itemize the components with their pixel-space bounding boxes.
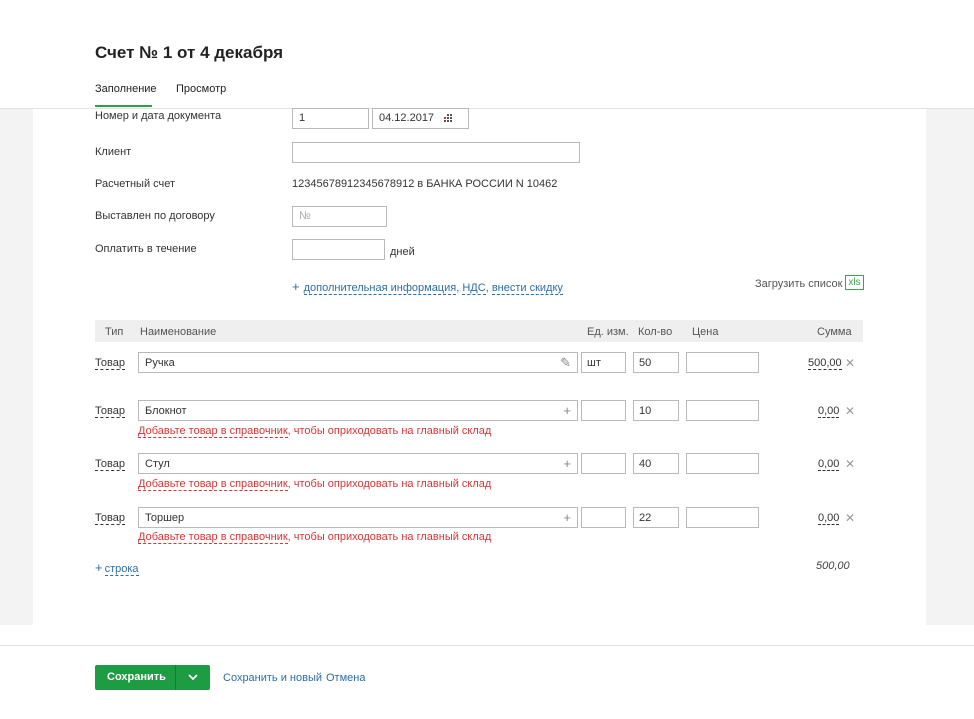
col-sum: Сумма <box>817 326 852 338</box>
doc-date-input[interactable]: 04.12.2017 <box>372 108 469 129</box>
doc-date-value: 04.12.2017 <box>379 112 435 124</box>
item-sum[interactable]: 500,00 <box>808 357 842 370</box>
item-sum[interactable]: 0,00 <box>818 405 840 418</box>
items-table-header: Тип Наименование Ед. изм. Кол-во Цена Су… <box>95 320 863 342</box>
total-sum: 500,00 <box>816 560 850 572</box>
item-price-input[interactable] <box>686 352 759 373</box>
doc-number-label: Номер и дата документа <box>95 110 222 122</box>
item-name-input[interactable]: Торшер + <box>138 507 578 528</box>
warning-text: , чтобы оприходовать на главный склад <box>287 478 492 490</box>
item-qty-input[interactable]: 10 <box>633 400 679 421</box>
extra-info-links: + дополнительная информация, НДС, внести … <box>292 279 563 295</box>
col-type: Тип <box>105 326 124 338</box>
item-name-value: Ручка <box>145 357 175 369</box>
add-row-label: строка <box>104 563 139 576</box>
item-unit-input[interactable] <box>581 507 626 528</box>
item-type-toggle[interactable]: Товар <box>95 405 125 418</box>
item-sum[interactable]: 0,00 <box>818 512 840 525</box>
add-to-catalog-warning: Добавьте товар в справочник, чтобы оприх… <box>138 531 492 544</box>
item-name-value: Стул <box>145 458 170 470</box>
discount-link[interactable]: внести скидку <box>491 282 563 295</box>
add-to-catalog-link[interactable]: Добавьте товар в справочник <box>138 425 288 438</box>
item-name-input[interactable]: Ручка ✎ <box>138 352 578 373</box>
left-gutter <box>0 109 33 625</box>
add-to-catalog-warning: Добавьте товар в справочник, чтобы оприх… <box>138 478 492 491</box>
item-unit-input[interactable]: шт <box>581 352 626 373</box>
item-name-input[interactable]: Стул + <box>138 453 578 474</box>
item-type-toggle[interactable]: Товар <box>95 512 125 525</box>
pay-within-input[interactable] <box>292 239 385 260</box>
item-sum[interactable]: 0,00 <box>818 458 840 471</box>
days-unit-label: дней <box>390 246 415 258</box>
item-name-value: Торшер <box>145 512 185 524</box>
cancel-link[interactable]: Отмена <box>326 672 365 684</box>
save-button-label: Сохранить <box>107 671 166 683</box>
item-name-value: Блокнот <box>145 405 187 417</box>
contract-label: Выставлен по договору <box>95 210 215 222</box>
xls-upload-button[interactable]: xls <box>845 275 864 290</box>
warning-text: , чтобы оприходовать на главный склад <box>287 531 492 543</box>
add-row-link[interactable]: + строка <box>95 560 139 576</box>
extra-plus-icon: + <box>292 279 300 294</box>
vat-link[interactable]: НДС <box>462 282 486 295</box>
pay-within-label: Оплатить в течение <box>95 243 197 255</box>
account-label: Расчетный счет <box>95 178 176 190</box>
delete-row-icon[interactable]: ✕ <box>845 457 855 471</box>
tab-preview[interactable]: Просмотр <box>176 83 226 95</box>
item-unit-input[interactable] <box>581 400 626 421</box>
plus-icon[interactable]: + <box>563 510 571 525</box>
item-price-input[interactable] <box>686 453 759 474</box>
pencil-icon[interactable]: ✎ <box>560 355 571 370</box>
extra-info-link[interactable]: дополнительная информация <box>303 282 457 295</box>
col-unit: Ед. изм. <box>587 326 629 338</box>
delete-row-icon[interactable]: ✕ <box>845 404 855 418</box>
item-name-input[interactable]: Блокнот + <box>138 400 578 421</box>
contract-input[interactable]: № <box>292 206 387 227</box>
tab-fill[interactable]: Заполнение <box>95 83 157 95</box>
client-label: Клиент <box>95 146 132 158</box>
right-gutter <box>926 109 974 625</box>
item-qty-input[interactable]: 22 <box>633 507 679 528</box>
account-value: 12345678912345678912 в БАНКА РОССИИ N 10… <box>292 178 558 190</box>
save-button[interactable]: Сохранить <box>95 665 210 690</box>
item-qty-input[interactable]: 50 <box>633 352 679 373</box>
add-to-catalog-link[interactable]: Добавьте товар в справочник <box>138 531 288 544</box>
item-qty-input[interactable]: 40 <box>633 453 679 474</box>
item-type-toggle[interactable]: Товар <box>95 458 125 471</box>
col-name: Наименование <box>140 326 217 338</box>
item-price-input[interactable] <box>686 507 759 528</box>
col-price: Цена <box>692 326 719 338</box>
plus-icon[interactable]: + <box>563 456 571 471</box>
calendar-icon[interactable] <box>444 114 454 123</box>
item-unit-input[interactable] <box>581 453 626 474</box>
client-input[interactable] <box>292 142 580 163</box>
footer-divider <box>0 645 974 646</box>
doc-number-input[interactable]: 1 <box>292 108 369 129</box>
active-tab-indicator <box>95 105 152 107</box>
item-price-input[interactable] <box>686 400 759 421</box>
page-title: Счет № 1 от 4 декабря <box>95 43 284 62</box>
add-row-plus-icon: + <box>95 560 103 575</box>
add-to-catalog-link[interactable]: Добавьте товар в справочник <box>138 478 288 491</box>
add-to-catalog-warning: Добавьте товар в справочник, чтобы оприх… <box>138 425 492 438</box>
delete-row-icon[interactable]: ✕ <box>845 356 855 370</box>
save-and-new-link[interactable]: Сохранить и новый <box>223 672 322 684</box>
save-button-separator <box>175 665 176 690</box>
upload-list-link[interactable]: Загрузить список <box>755 278 842 290</box>
warning-text: , чтобы оприходовать на главный склад <box>287 425 492 437</box>
extra-separator: , <box>485 282 492 294</box>
plus-icon[interactable]: + <box>563 403 571 418</box>
chevron-down-icon[interactable] <box>186 671 200 683</box>
delete-row-icon[interactable]: ✕ <box>845 511 855 525</box>
item-type-toggle[interactable]: Товар <box>95 357 125 370</box>
header-divider <box>0 108 974 109</box>
col-qty: Кол-во <box>638 326 673 338</box>
